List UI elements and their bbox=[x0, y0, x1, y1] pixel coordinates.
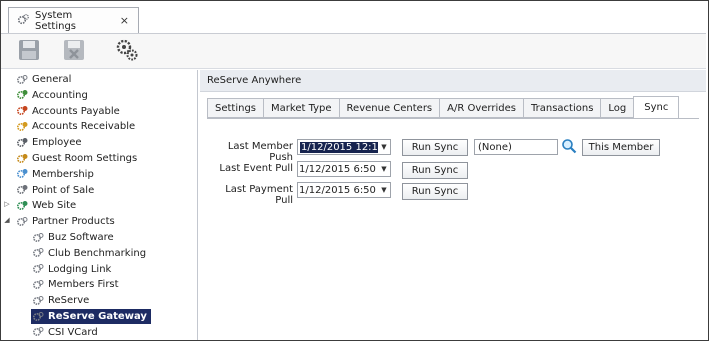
tree-item-accounting[interactable]: Accounting bbox=[15, 88, 88, 103]
save-button[interactable] bbox=[15, 37, 43, 65]
save-close-icon bbox=[63, 39, 85, 64]
tree-item-label: Point of Sale bbox=[32, 184, 95, 196]
membership-icon bbox=[15, 168, 28, 181]
tree-item-general[interactable]: General bbox=[15, 72, 71, 87]
chevron-down-icon[interactable]: ▼ bbox=[378, 143, 390, 151]
tree-item-accounts-payable[interactable]: Accounts Payable bbox=[15, 104, 120, 119]
last-payment-pull-value: 1/12/2015 6:50 AM bbox=[299, 184, 378, 196]
tab-system-settings[interactable]: System Settings × bbox=[8, 7, 139, 33]
tab-sync[interactable]: Sync bbox=[633, 96, 680, 118]
run-sync-event-pull-button[interactable]: Run Sync bbox=[402, 162, 468, 179]
tree-item-label: Lodging Link bbox=[48, 263, 112, 275]
panel-title: ReServe Anywhere bbox=[207, 75, 302, 86]
expand-icon[interactable]: ▷ bbox=[3, 200, 11, 208]
tree-item-partner-products[interactable]: Partner Products bbox=[15, 214, 115, 229]
panel-header: ReServe Anywhere bbox=[200, 70, 706, 92]
sync-tab-body: Last Member Push 1/12/2015 12:19 P ▼ Run… bbox=[207, 118, 699, 339]
save-icon bbox=[18, 39, 40, 64]
gear-icon bbox=[17, 13, 30, 29]
chevron-down-icon[interactable]: ▼ bbox=[378, 165, 390, 173]
member-lookup-value: (None) bbox=[478, 141, 512, 153]
tree-item-lodging-link[interactable]: Lodging Link bbox=[31, 262, 111, 277]
document-tab-strip: System Settings × bbox=[1, 1, 706, 34]
tree-item-membership[interactable]: Membership bbox=[15, 167, 94, 182]
guest-room-icon bbox=[15, 152, 28, 165]
tab-revenue-centers[interactable]: Revenue Centers bbox=[338, 98, 440, 118]
tree-item-label: Employee bbox=[32, 137, 82, 149]
expand-collapse-icon[interactable]: ◢ bbox=[3, 216, 11, 224]
gear-icon bbox=[15, 73, 28, 86]
last-event-pull-field[interactable]: 1/12/2015 6:50 AM ▼ bbox=[297, 161, 391, 177]
last-member-push-value: 1/12/2015 12:19 P bbox=[300, 141, 378, 153]
accounting-icon bbox=[15, 89, 28, 102]
close-icon[interactable]: × bbox=[120, 14, 129, 27]
tree-item-label: Web Site bbox=[32, 200, 77, 212]
search-icon bbox=[561, 138, 577, 157]
panel-tabs: Settings Market Type Revenue Centers A/R Ov… bbox=[207, 96, 680, 118]
tab-a-r-overrides[interactable]: A/R Overrides bbox=[439, 98, 523, 118]
tree-item-employee[interactable]: Employee bbox=[15, 135, 82, 150]
accounts-receivable-icon bbox=[15, 120, 28, 133]
tree-item-reserve-gateway[interactable]: ReServe Gateway bbox=[31, 309, 151, 324]
tree-item-web-site[interactable]: Web Site bbox=[15, 198, 76, 213]
tree-item-label: General bbox=[32, 74, 72, 85]
tree-item-label: ReServe bbox=[48, 295, 90, 307]
employee-icon bbox=[15, 136, 28, 149]
tree-item-label: CSI VCard bbox=[48, 326, 98, 338]
tree-item-csi-vcard[interactable]: CSI VCard bbox=[31, 325, 98, 340]
tree-item-reserve[interactable]: ReServe bbox=[31, 293, 89, 308]
tree-item-label: Accounts Receivable bbox=[32, 121, 136, 133]
tree-item-label: Accounting bbox=[32, 89, 88, 101]
tree-item-members-first[interactable]: Members First bbox=[31, 277, 119, 292]
search-button[interactable] bbox=[561, 138, 577, 157]
gear-icon bbox=[31, 294, 44, 307]
tree-item-buz-software[interactable]: Buz Software bbox=[31, 230, 114, 245]
last-event-pull-label: Last Event Pull bbox=[219, 163, 293, 174]
last-payment-pull-label: Last Payment Pull bbox=[225, 184, 293, 206]
last-event-pull-value: 1/12/2015 6:50 AM bbox=[299, 163, 378, 175]
settings-panel: Settings Market Type Revenue Centers A/R Ov… bbox=[200, 93, 706, 340]
tree-item-point-of-sale[interactable]: Point of Sale bbox=[15, 183, 94, 198]
tree-item-club-benchmarking[interactable]: Club Benchmarking bbox=[31, 246, 146, 261]
last-payment-pull-field[interactable]: 1/12/2015 6:50 AM ▼ bbox=[297, 182, 391, 198]
gear-icon bbox=[31, 263, 44, 276]
settings-tree: General Accounting Accounts Payable Account… bbox=[1, 70, 198, 340]
tab-transactions[interactable]: Transactions bbox=[522, 98, 601, 118]
last-member-push-field[interactable]: 1/12/2015 12:19 P ▼ bbox=[297, 139, 391, 155]
tree-item-label: Partner Products bbox=[32, 216, 115, 228]
tree-item-guest-room-settings[interactable]: Guest Room Settings bbox=[15, 151, 137, 166]
this-member-button[interactable]: This Member bbox=[582, 139, 660, 156]
gear-icon bbox=[31, 231, 44, 244]
gears-icon bbox=[114, 37, 140, 66]
tree-item-label: ReServe Gateway bbox=[48, 311, 147, 322]
toolbar bbox=[1, 34, 706, 69]
tree-item-accounts-receivable[interactable]: Accounts Receivable bbox=[15, 119, 135, 134]
run-sync-payment-pull-button[interactable]: Run Sync bbox=[402, 183, 468, 200]
last-member-push-label: Last Member Push bbox=[227, 141, 293, 163]
gear-icon bbox=[15, 215, 28, 228]
tree-item-label: Guest Room Settings bbox=[32, 153, 138, 164]
tree-item-label: Members First bbox=[48, 279, 119, 291]
tab-market-type[interactable]: Market Type bbox=[263, 98, 339, 118]
gear-icon bbox=[31, 247, 44, 260]
save-and-close-button[interactable] bbox=[60, 37, 88, 65]
gear-icon bbox=[31, 278, 44, 291]
tab-settings[interactable]: Settings bbox=[207, 98, 264, 118]
run-sync-member-push-button[interactable]: Run Sync bbox=[402, 139, 468, 156]
chevron-down-icon[interactable]: ▼ bbox=[378, 186, 390, 194]
tab-title: System Settings bbox=[35, 9, 77, 32]
gear-icon bbox=[31, 310, 44, 323]
tree-item-label: Accounts Payable bbox=[32, 105, 120, 117]
tree-item-label: Membership bbox=[32, 168, 94, 180]
tree-item-label: Club Benchmarking bbox=[48, 247, 147, 259]
member-lookup-field[interactable]: (None) bbox=[474, 139, 558, 155]
tree-item-label: Buz Software bbox=[48, 232, 114, 243]
accounts-payable-icon bbox=[15, 105, 28, 118]
gear-icon bbox=[31, 326, 44, 339]
tab-log[interactable]: Log bbox=[600, 98, 634, 118]
settings-button[interactable] bbox=[113, 37, 141, 65]
web-site-icon bbox=[15, 199, 28, 212]
point-of-sale-icon bbox=[15, 184, 28, 197]
